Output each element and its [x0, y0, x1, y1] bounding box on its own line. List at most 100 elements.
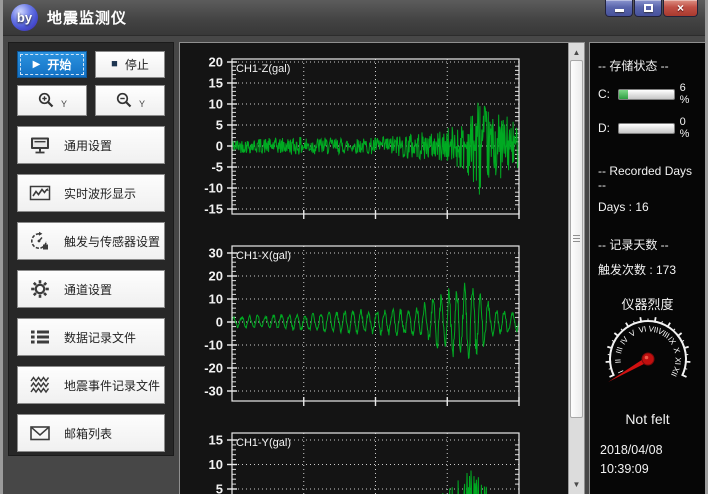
svg-text:CH1-X(gal): CH1-X(gal): [236, 250, 291, 262]
time-value: 10:39:09: [600, 460, 663, 479]
scrollbar-thumb[interactable]: [570, 60, 583, 418]
sidebar-item-data-record-files[interactable]: 数据记录文件: [17, 318, 165, 356]
maximize-button[interactable]: [634, 0, 662, 17]
stop-label: 停止: [125, 56, 149, 73]
svg-text:5: 5: [216, 482, 223, 494]
gauge-status: Not felt: [598, 411, 697, 427]
sidebar-item-label: 通道设置: [64, 281, 112, 298]
c-drive-row: C: 6 %: [598, 82, 697, 106]
monitor-icon: [29, 135, 51, 155]
c-drive-label: C:: [598, 87, 613, 101]
scrollbar-grip: [573, 235, 580, 243]
app-window: by 地震监测仪 × ▶ 开始 ■ 停止: [0, 0, 708, 494]
sidebar-item-label: 邮箱列表: [64, 425, 112, 442]
intensity-gauge: IIIIIIIVVVIVIIVIIIIXXXIXII: [598, 315, 698, 411]
status-panel: -- 存储状态 -- C: 6 % D: 0 % -- Recorded Day…: [589, 42, 706, 494]
svg-text:20: 20: [209, 55, 223, 70]
waveform-charts: 20 15 10 5 0 -5 -10 -15 CH1-Z(gal) 30 20 10 0 -10 -20 -…: [180, 43, 569, 494]
c-drive-usage-bar: [618, 89, 675, 100]
close-icon: ×: [677, 1, 684, 15]
svg-text:CH1-Y(gal): CH1-Y(gal): [236, 437, 291, 449]
sidebar-item-label: 触发与传感器设置: [64, 233, 160, 250]
seismic-wave-icon: [29, 375, 51, 395]
gear-icon: [29, 279, 51, 299]
d-drive-row: D: 0 %: [598, 116, 697, 140]
scroll-down-icon[interactable]: ▼: [569, 477, 584, 493]
sidebar-item-seismic-event-files[interactable]: 地震事件记录文件: [17, 366, 165, 404]
stop-icon: ■: [111, 59, 118, 70]
svg-text:XI: XI: [673, 357, 683, 365]
start-label: 开始: [47, 56, 71, 73]
zoom-out-y-button[interactable]: Y: [95, 85, 165, 116]
svg-text:IV: IV: [618, 334, 630, 346]
svg-text:15: 15: [209, 76, 223, 91]
recorded-days-value: Days : 16: [598, 200, 697, 214]
close-button[interactable]: ×: [663, 0, 698, 17]
minimize-icon: [615, 9, 624, 12]
sidebar-item-email-list[interactable]: 邮箱列表: [17, 414, 165, 452]
svg-text:30: 30: [209, 246, 223, 261]
trigger-sensor-icon: [29, 231, 51, 251]
window-controls: ×: [604, 0, 698, 17]
magnifier-minus-icon: [115, 91, 134, 110]
sidebar-item-label: 数据记录文件: [64, 329, 136, 346]
window-body: ▶ 开始 ■ 停止 Y: [3, 36, 705, 494]
chart-scrollbar[interactable]: ▲ ▼: [568, 43, 584, 494]
recorded-days-header: -- Recorded Days --: [598, 164, 697, 192]
start-button[interactable]: ▶ 开始: [17, 51, 87, 78]
sidebar-item-general-settings[interactable]: 通用设置: [17, 126, 165, 164]
svg-text:CH1-Z(gal): CH1-Z(gal): [236, 63, 290, 75]
svg-text:-10: -10: [204, 181, 223, 196]
svg-text:II: II: [614, 359, 623, 364]
waveform-panel: 20 15 10 5 0 -5 -10 -15 CH1-Z(gal) 30 20 10 0 -10 -20 -…: [179, 42, 585, 494]
sidebar: ▶ 开始 ■ 停止 Y: [8, 42, 174, 456]
magnifier-plus-icon: [37, 91, 56, 110]
c-drive-percent: 6 %: [680, 82, 697, 106]
svg-text:-20: -20: [204, 361, 223, 376]
waveform-icon: [29, 183, 51, 203]
app-logo-icon: by: [11, 4, 38, 31]
svg-text:0: 0: [216, 315, 223, 330]
scroll-up-icon[interactable]: ▲: [569, 45, 584, 61]
svg-text:20: 20: [209, 269, 223, 284]
svg-text:-5: -5: [211, 160, 223, 175]
svg-text:III: III: [614, 346, 625, 355]
svg-text:5: 5: [216, 118, 223, 133]
date-value: 2018/04/08: [600, 441, 663, 460]
sidebar-item-channel-settings[interactable]: 通道设置: [17, 270, 165, 308]
logo-text: by: [17, 10, 32, 25]
list-icon: [29, 327, 51, 347]
sidebar-item-trigger-sensor-settings[interactable]: 触发与传感器设置: [17, 222, 165, 260]
sidebar-item-realtime-waveform[interactable]: 实时波形显示: [17, 174, 165, 212]
minimize-button[interactable]: [605, 0, 633, 17]
svg-text:-10: -10: [204, 338, 223, 353]
sidebar-item-label: 地震事件记录文件: [64, 377, 160, 394]
d-drive-label: D:: [598, 121, 613, 135]
svg-text:VI: VI: [638, 324, 647, 334]
zoom-out-axis-label: Y: [139, 99, 145, 109]
svg-text:XII: XII: [669, 365, 681, 378]
svg-text:15: 15: [209, 433, 223, 448]
svg-text:-15: -15: [204, 202, 223, 217]
titlebar: by 地震监测仪 ×: [3, 0, 705, 36]
zoom-in-axis-label: Y: [61, 99, 67, 109]
svg-text:-30: -30: [204, 384, 223, 399]
maximize-icon: [644, 4, 653, 12]
zoom-in-y-button[interactable]: Y: [17, 85, 87, 116]
d-drive-percent: 0 %: [680, 116, 697, 140]
gauge-title: 仪器烈度: [598, 294, 697, 313]
envelope-icon: [29, 423, 51, 443]
svg-text:0: 0: [216, 139, 223, 154]
record-count-header: -- 记录天数 --: [598, 236, 697, 253]
c-drive-usage-fill: [619, 90, 628, 99]
svg-text:10: 10: [209, 457, 223, 472]
sidebar-item-label: 实时波形显示: [64, 185, 136, 202]
svg-text:X: X: [672, 346, 682, 354]
sidebar-item-label: 通用设置: [64, 137, 112, 154]
stop-button[interactable]: ■ 停止: [95, 51, 165, 78]
storage-status-header: -- 存储状态 --: [598, 57, 697, 74]
svg-text:10: 10: [209, 97, 223, 112]
datetime: 2018/04/08 10:39:09: [600, 441, 663, 480]
trigger-count-value: 触发次数 : 173: [598, 261, 697, 278]
window-title: 地震监测仪: [47, 7, 127, 28]
